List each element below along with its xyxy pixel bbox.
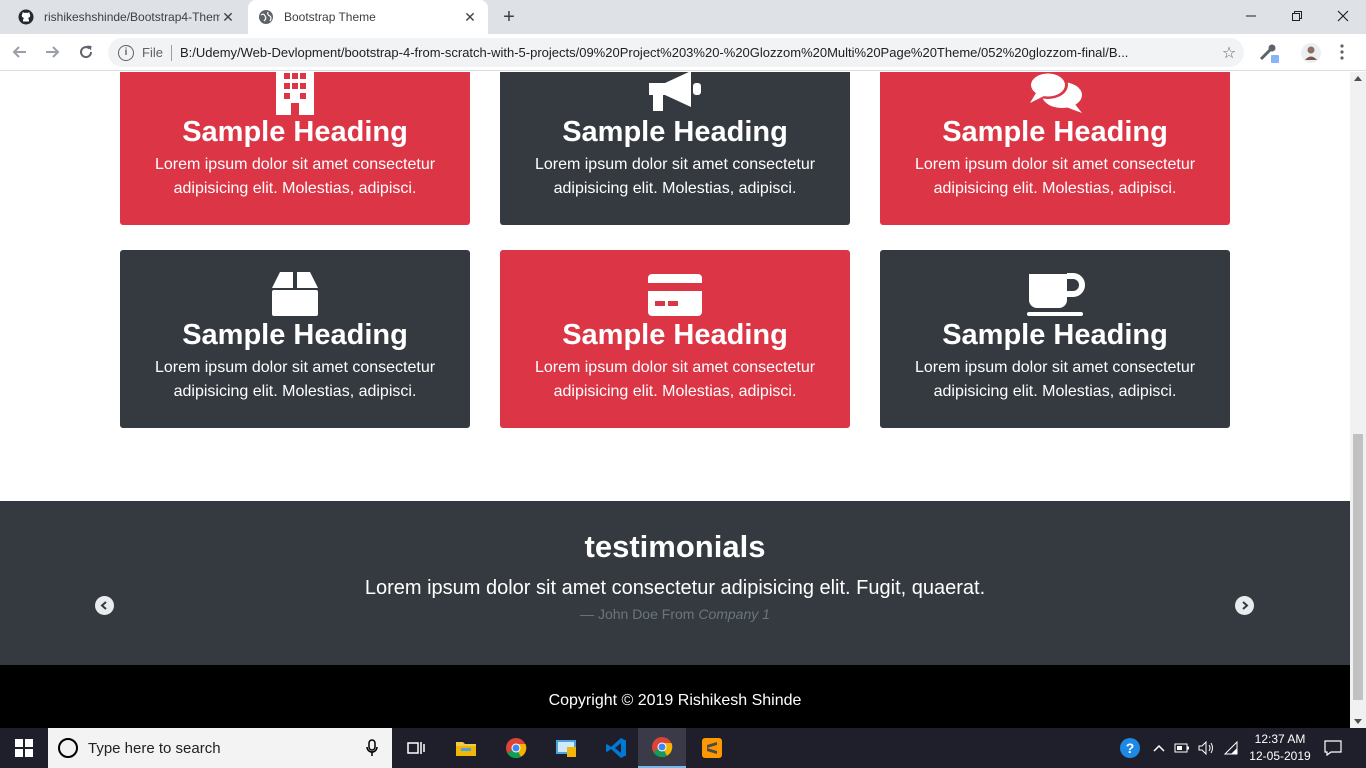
- feature-card: Sample Heading Lorem ipsum dolor sit ame…: [880, 72, 1230, 225]
- section-heading: testimonials: [584, 529, 766, 564]
- scrollbar-thumb[interactable]: [1353, 434, 1363, 700]
- feature-card: Sample Heading Lorem ipsum dolor sit ame…: [120, 72, 470, 225]
- scroll-down-icon[interactable]: [1354, 719, 1362, 724]
- task-view-icon[interactable]: [392, 728, 440, 768]
- feature-card: Sample Heading Lorem ipsum dolor sit ame…: [880, 250, 1230, 428]
- carousel-prev-button[interactable]: [95, 596, 114, 615]
- new-tab-button[interactable]: +: [498, 6, 520, 28]
- chevron-up-icon[interactable]: [1150, 728, 1168, 768]
- forward-button[interactable]: [40, 40, 64, 64]
- close-tab-icon[interactable]: ✕: [220, 9, 236, 25]
- scroll-up-icon[interactable]: [1354, 76, 1362, 81]
- card-heading: Sample Heading: [942, 319, 1168, 351]
- page-scrollbar[interactable]: [1350, 72, 1366, 728]
- box-icon: [120, 270, 470, 318]
- card-text: Lorem ipsum dolor sit amet consectetur a…: [534, 156, 816, 197]
- feature-card: Sample Heading Lorem ipsum dolor sit ame…: [500, 72, 850, 225]
- more-vert-icon: [1340, 44, 1344, 60]
- card-text: Lorem ipsum dolor sit amet consectetur a…: [914, 156, 1196, 197]
- close-window-button[interactable]: [1320, 0, 1366, 32]
- credit-card-icon: [500, 270, 850, 318]
- testimonial-quote: Lorem ipsum dolor sit amet consectetur a…: [364, 577, 986, 599]
- card-heading: Sample Heading: [182, 319, 408, 351]
- carousel-next-button[interactable]: [1235, 596, 1254, 615]
- chrome-icon[interactable]: [638, 728, 686, 768]
- close-tab-icon[interactable]: ✕: [462, 9, 478, 25]
- windows-logo-icon: [15, 739, 33, 757]
- chevron-left-icon: [100, 601, 107, 610]
- testimonials-section: testimonials Lorem ipsum dolor sit amet …: [0, 501, 1350, 665]
- card-text: Lorem ipsum dolor sit amet consectetur a…: [154, 359, 436, 400]
- taskbar-search[interactable]: Type here to search: [48, 728, 392, 768]
- copyright-text: Copyright © 2019 Rishikesh Shinde: [548, 692, 802, 709]
- globe-icon: [258, 9, 274, 25]
- search-placeholder: Type here to search: [88, 739, 221, 757]
- card-text: Lorem ipsum dolor sit amet consectetur a…: [914, 359, 1196, 400]
- sublime-text-icon[interactable]: [688, 728, 736, 768]
- profile-avatar[interactable]: [1300, 42, 1322, 64]
- chrome-icon[interactable]: [492, 728, 540, 768]
- clock-time: 12:37 AM: [1254, 732, 1306, 746]
- feature-card: Sample Heading Lorem ipsum dolor sit ame…: [120, 250, 470, 428]
- card-text: Lorem ipsum dolor sit amet consectetur a…: [534, 359, 816, 400]
- page-viewport: Sample Heading Lorem ipsum dolor sit ame…: [0, 72, 1350, 728]
- forward-arrow-icon: [46, 46, 60, 58]
- reload-icon: [80, 45, 93, 59]
- browser-menu-button[interactable]: [1330, 40, 1354, 64]
- card-text: Lorem ipsum dolor sit amet consectetur a…: [154, 156, 436, 197]
- browser-tab-strip: rishikeshshinde/Bootstrap4-Them ✕ Bootst…: [0, 0, 1366, 34]
- card-heading: Sample Heading: [562, 319, 788, 351]
- url-scheme: File: [142, 45, 163, 60]
- site-info-icon[interactable]: i: [118, 44, 134, 61]
- divider: [170, 44, 172, 61]
- vscode-icon[interactable]: [592, 728, 640, 768]
- cortana-icon: [58, 738, 78, 758]
- address-bar[interactable]: i File B:/Udemy/Web-Devlopment/bootstrap…: [108, 38, 1244, 67]
- bookmark-star-icon[interactable]: ☆: [1214, 43, 1244, 63]
- browser-toolbar: i File B:/Udemy/Web-Devlopment/bootstrap…: [0, 34, 1366, 71]
- github-icon: [18, 9, 34, 25]
- tab-github[interactable]: rishikeshshinde/Bootstrap4-Them ✕: [8, 0, 246, 34]
- minimize-icon: [1246, 15, 1256, 17]
- close-icon: [1337, 10, 1349, 22]
- testimonial-author: — John Doe From Company 1: [0, 604, 1350, 624]
- start-button[interactable]: [0, 728, 48, 768]
- comments-icon: [880, 72, 1230, 115]
- help-icon[interactable]: ?: [1118, 728, 1142, 768]
- control-panel-icon[interactable]: [542, 728, 590, 768]
- card-heading: Sample Heading: [562, 116, 788, 148]
- tab-bootstrap-theme[interactable]: Bootstrap Theme ✕: [248, 0, 488, 34]
- minimize-button[interactable]: [1228, 0, 1274, 32]
- author-name: — John Doe From: [580, 606, 695, 622]
- building-icon: [120, 72, 470, 115]
- clock-date: 12-05-2019: [1249, 749, 1311, 763]
- system-clock[interactable]: 12:37 AM 12-05-2019: [1240, 731, 1320, 765]
- reload-button[interactable]: [74, 40, 98, 64]
- battery-icon[interactable]: [1172, 728, 1192, 768]
- tab-title: rishikeshshinde/Bootstrap4-Them: [44, 10, 220, 24]
- company-name: Company 1: [698, 606, 770, 622]
- tab-title: Bootstrap Theme: [284, 10, 376, 24]
- bullhorn-icon: [500, 72, 850, 115]
- windows-taskbar: Type here to search ? 12:37 AM 12-05-201…: [0, 728, 1366, 768]
- url-text[interactable]: B:/Udemy/Web-Devlopment/bootstrap-4-from…: [180, 45, 1214, 60]
- coffee-icon: [880, 270, 1230, 318]
- card-heading: Sample Heading: [942, 116, 1168, 148]
- back-arrow-icon: [12, 46, 26, 58]
- volume-icon[interactable]: [1196, 728, 1218, 768]
- file-explorer-icon[interactable]: [442, 728, 490, 768]
- card-heading: Sample Heading: [182, 116, 408, 148]
- wifi-icon[interactable]: [1222, 728, 1240, 768]
- extension-icon[interactable]: [1258, 42, 1280, 64]
- restore-button[interactable]: [1274, 0, 1320, 32]
- notification-center-icon[interactable]: [1320, 728, 1346, 768]
- feature-card: Sample Heading Lorem ipsum dolor sit ame…: [500, 250, 850, 428]
- chevron-right-icon: [1242, 601, 1249, 610]
- back-button[interactable]: [8, 40, 32, 64]
- microphone-icon: [366, 739, 378, 756]
- page-footer: Copyright © 2019 Rishikesh Shinde: [0, 665, 1350, 728]
- svg-text:?: ?: [1126, 740, 1135, 756]
- restore-icon: [1292, 11, 1302, 21]
